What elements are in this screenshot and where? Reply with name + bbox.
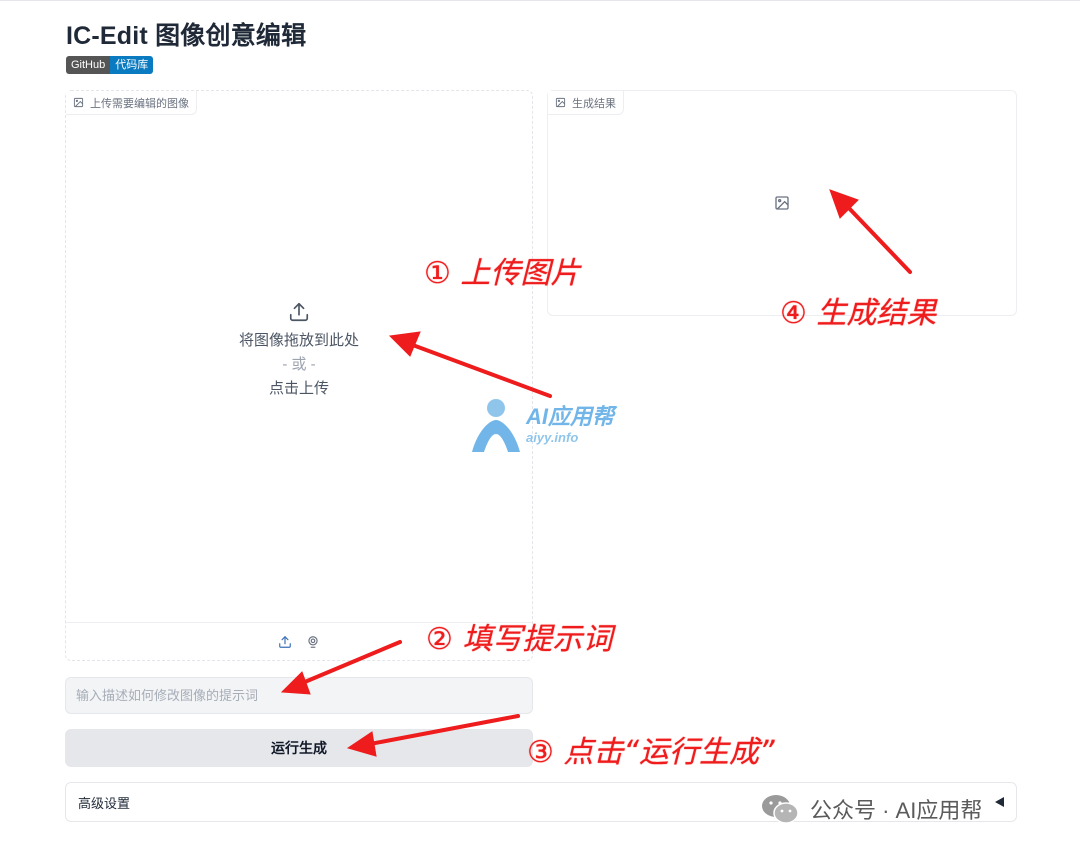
upload-panel-label-text: 上传需要编辑的图像 [90, 97, 189, 110]
annotation-step-1: ① 上传图片 [424, 256, 581, 291]
image-upload-panel[interactable]: 上传需要编辑的图像 将图像拖放到此处 - 或 - 点击上传 [65, 90, 533, 661]
upload-icon[interactable] [278, 635, 292, 649]
image-icon [73, 97, 84, 108]
image-icon [555, 97, 566, 108]
badge-repo-label: 代码库 [110, 56, 154, 74]
watermark-domain: aiyy.info [526, 430, 579, 445]
drop-zone[interactable]: 将图像拖放到此处 - 或 - 点击上传 [66, 301, 532, 401]
image-placeholder-icon [775, 196, 789, 210]
wechat-icon [762, 795, 799, 824]
click-upload-text: 点击上传 [268, 380, 329, 397]
wechat-footer-watermark: 公众号 · AI应用帮 [760, 792, 982, 826]
result-panel-label-text: 生成结果 [572, 97, 616, 110]
github-badge[interactable]: GitHub 代码库 [66, 56, 154, 74]
watermark-name: AI应用帮 [526, 404, 615, 429]
result-image-panel: 生成结果 [547, 90, 1017, 316]
drop-text: 将图像拖放到此处 [238, 332, 359, 349]
annotation-step-4: ④ 生成结果 [780, 296, 937, 331]
watermark-logo-icon [472, 399, 520, 452]
top-divider [0, 0, 1080, 1]
prompt-input[interactable] [65, 677, 533, 714]
run-generate-button[interactable]: 运行生成 [65, 729, 533, 767]
annotation-step-2: ② 填写提示词 [426, 622, 613, 657]
page-title: IC-Edit 图像创意编辑 [66, 22, 307, 50]
collapse-triangle-icon[interactable] [995, 797, 1004, 807]
advanced-settings-label: 高级设置 [78, 795, 131, 811]
footer-text: 公众号 · AI应用帮 [810, 798, 983, 823]
webcam-icon[interactable] [306, 635, 320, 649]
annotation-step-3: ③ 点击“运行生成” [527, 735, 775, 770]
drop-or-text: - 或 - [282, 356, 316, 373]
badge-github-label: GitHub [66, 56, 111, 74]
watermark: AI应用帮 aiyy.info [468, 396, 614, 454]
upload-icon [289, 302, 309, 322]
upload-panel-label: 上传需要编辑的图像 [66, 91, 197, 115]
result-panel-label: 生成结果 [548, 91, 624, 115]
